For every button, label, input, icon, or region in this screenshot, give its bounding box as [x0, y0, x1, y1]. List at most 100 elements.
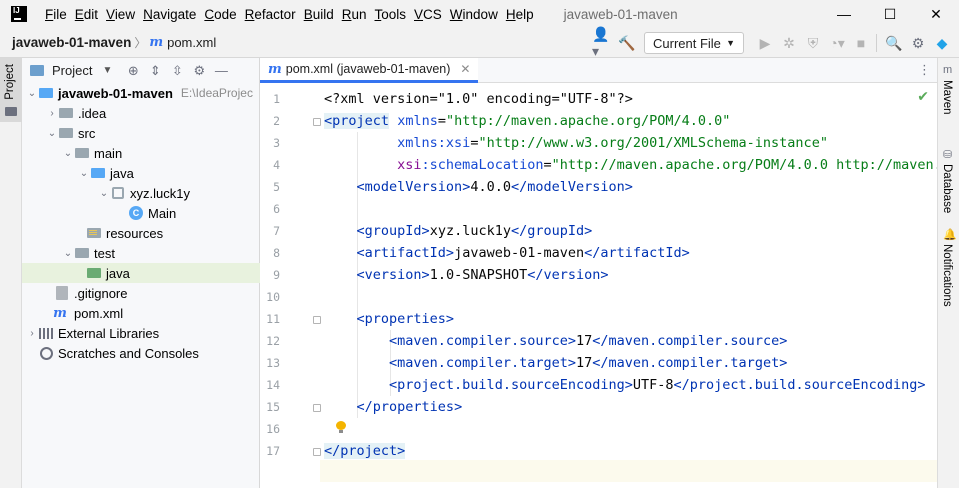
menu-item-edit[interactable]: Edit	[75, 7, 106, 22]
chevron-down-icon[interactable]: ⌄	[26, 88, 38, 99]
gear-icon[interactable]: ⚙	[188, 63, 210, 79]
code-line[interactable]: </project>	[324, 440, 406, 462]
tool-tab-database[interactable]: Database	[941, 164, 953, 213]
menu-item-vcs[interactable]: VCS	[414, 7, 450, 22]
search-icon[interactable]: 🔍	[883, 32, 905, 54]
line-number[interactable]: 1	[260, 92, 280, 106]
tree-item-xyz-luck1y[interactable]: ⌄ xyz.luck1y	[22, 183, 259, 203]
chevron-down-icon[interactable]: ⌄	[62, 248, 74, 259]
tree-item-idea[interactable]: › .idea	[22, 103, 259, 123]
locate-icon[interactable]: ⊕	[122, 63, 144, 79]
chevron-down-icon[interactable]: ⌄	[78, 168, 90, 179]
line-number[interactable]: 2	[260, 114, 280, 128]
tab-pom-xml[interactable]: m pom.xml (javaweb-01-maven) ✕	[260, 58, 479, 83]
code-line[interactable]: <artifactId>javaweb-01-maven</artifactId…	[324, 242, 690, 264]
code-line[interactable]: xmlns:xsi="http://www.w3.org/2001/XMLSch…	[324, 132, 828, 154]
menu-item-navigate[interactable]: Navigate	[143, 7, 204, 22]
intellij-logo-icon[interactable]: IJ	[11, 6, 27, 22]
no-problems-check-icon[interactable]: ✔	[917, 88, 929, 105]
line-number[interactable]: 16	[260, 422, 280, 436]
line-number[interactable]: 9	[260, 268, 280, 282]
chevron-down-icon[interactable]: ⌄	[62, 148, 74, 159]
code-area[interactable]: <?xml version="1.0" encoding="UTF-8"?> <p…	[324, 83, 937, 488]
line-number[interactable]: 17	[260, 444, 280, 458]
tool-tab-maven[interactable]: Maven	[941, 80, 953, 115]
collapse-all-icon[interactable]: ⇳	[166, 63, 188, 79]
debug-icon[interactable]: ✲	[778, 32, 800, 54]
code-line[interactable]: <properties>	[324, 308, 455, 330]
tree-item-main[interactable]: C Main	[22, 203, 259, 223]
code-line[interactable]: <maven.compiler.target>17</maven.compile…	[324, 352, 787, 374]
chevron-right-icon[interactable]: ›	[26, 328, 38, 339]
toolbox-app-icon[interactable]: ◆	[931, 32, 953, 54]
tree-item-java[interactable]: java	[22, 263, 260, 283]
coverage-icon[interactable]: ⛨	[802, 32, 824, 54]
code-line[interactable]: <?xml version="1.0" encoding="UTF-8"?>	[324, 88, 633, 110]
expand-all-icon[interactable]: ⇕	[144, 63, 166, 79]
chevron-right-icon[interactable]: ›	[46, 108, 58, 119]
chevron-down-icon[interactable]: ▼	[102, 65, 112, 76]
line-number[interactable]: 13	[260, 356, 280, 370]
tree-item-scratches-and-consoles[interactable]: Scratches and Consoles	[22, 343, 259, 363]
tree-item-src[interactable]: ⌄ src	[22, 123, 259, 143]
fold-toggle-icon[interactable]	[313, 118, 321, 126]
breadcrumb-file[interactable]: pom.xml	[167, 35, 216, 50]
code-line[interactable]: <version>1.0-SNAPSHOT</version>	[324, 264, 609, 286]
menu-item-build[interactable]: Build	[304, 7, 342, 22]
menu-item-view[interactable]: View	[106, 7, 143, 22]
breadcrumb-project[interactable]: javaweb-01-maven	[12, 35, 131, 50]
line-number[interactable]: 6	[260, 202, 280, 216]
code-line[interactable]: <modelVersion>4.0.0</modelVersion>	[324, 176, 633, 198]
profile-icon[interactable]: ◔▾	[826, 32, 848, 54]
code-line[interactable]: xsi:schemaLocation="http://maven.apache.…	[324, 154, 937, 176]
maximize-button[interactable]: ☐	[867, 0, 913, 28]
stop-icon[interactable]: ■	[850, 32, 872, 54]
tree-item-test[interactable]: ⌄ test	[22, 243, 259, 263]
gear-icon[interactable]: ⚙	[907, 32, 929, 54]
code-line[interactable]: </properties>	[324, 396, 463, 418]
project-panel-title[interactable]: Project	[52, 63, 92, 78]
close-icon[interactable]: ✕	[460, 62, 470, 76]
line-number[interactable]: 12	[260, 334, 280, 348]
line-number[interactable]: 11	[260, 312, 280, 326]
hide-icon[interactable]: —	[210, 63, 232, 79]
line-number[interactable]: 5	[260, 180, 280, 194]
minimize-button[interactable]: —	[821, 0, 867, 28]
project-tool-tab[interactable]: Project	[0, 58, 22, 122]
code-line[interactable]: <project.build.sourceEncoding>UTF-8</pro…	[324, 374, 925, 396]
menu-item-code[interactable]: Code	[204, 7, 244, 22]
menu-item-help[interactable]: Help	[506, 7, 542, 22]
tree-item-main[interactable]: ⌄ main	[22, 143, 259, 163]
menu-item-file[interactable]: File	[45, 7, 75, 22]
menu-item-refactor[interactable]: Refactor	[245, 7, 304, 22]
code-line[interactable]: <maven.compiler.source>17</maven.compile…	[324, 330, 787, 352]
tree-item-javaweb-01-maven[interactable]: ⌄ javaweb-01-maven E:\IdeaProjec	[22, 83, 259, 103]
tree-item-external-libraries[interactable]: › External Libraries	[22, 323, 259, 343]
tree-item-resources[interactable]: resources	[22, 223, 259, 243]
tree-item-gitignore[interactable]: .gitignore	[22, 283, 259, 303]
vcs-user-icon[interactable]: 👤▾	[592, 26, 614, 59]
tool-tab-notifications[interactable]: Notifications	[941, 244, 953, 307]
more-options-icon[interactable]: ⋮	[918, 62, 931, 78]
intention-bulb-icon[interactable]	[336, 421, 346, 433]
run-icon[interactable]: ▶	[754, 32, 776, 54]
fold-toggle-icon[interactable]	[313, 448, 321, 456]
line-number[interactable]: 15	[260, 400, 280, 414]
fold-toggle-icon[interactable]	[313, 316, 321, 324]
tree-item-java[interactable]: ⌄ java	[22, 163, 259, 183]
code-line[interactable]: <project xmlns="http://maven.apache.org/…	[324, 110, 730, 132]
line-number[interactable]: 10	[260, 290, 280, 304]
close-button[interactable]: ✕	[913, 0, 959, 28]
fold-toggle-icon[interactable]	[313, 404, 321, 412]
chevron-down-icon[interactable]: ⌄	[98, 188, 110, 199]
build-hammer-icon[interactable]: 🔨	[616, 32, 638, 54]
run-configuration-select[interactable]: Current File ▼	[644, 32, 744, 54]
line-number[interactable]: 7	[260, 224, 280, 238]
code-line[interactable]: <groupId>xyz.luck1y</groupId>	[324, 220, 593, 242]
tree-item-pom-xml[interactable]: m pom.xml	[22, 303, 259, 323]
line-number[interactable]: 3	[260, 136, 280, 150]
menu-item-window[interactable]: Window	[450, 7, 506, 22]
line-number[interactable]: 14	[260, 378, 280, 392]
menu-item-run[interactable]: Run	[342, 7, 375, 22]
line-number[interactable]: 4	[260, 158, 280, 172]
